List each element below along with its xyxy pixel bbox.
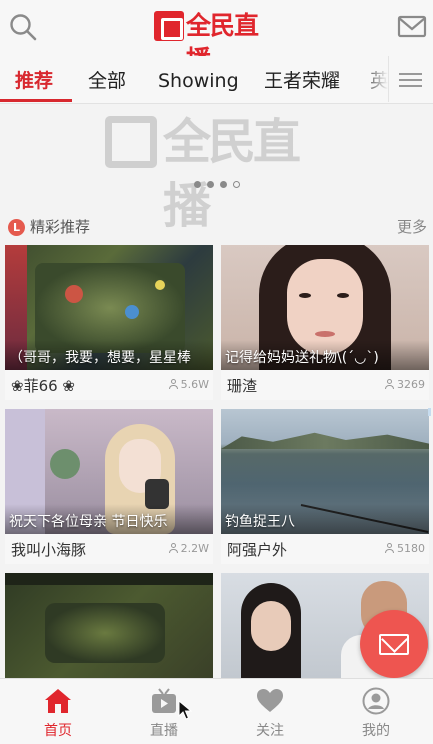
stream-info: 珊渣 3269 xyxy=(221,370,429,400)
viewer-count: 3269 xyxy=(385,378,425,391)
banner-mark-icon xyxy=(105,116,157,168)
viewer-count-text: 2.2W xyxy=(180,542,209,555)
app-screen: 全民直播 推荐 全部 Showing 王者荣耀 英 全民直播 xyxy=(0,0,433,744)
stream-card[interactable]: 记得给妈妈送礼物\(´◡`) 珊渣 3269 xyxy=(221,245,429,400)
active-tab-indicator xyxy=(0,99,72,102)
thumb-art xyxy=(125,305,139,319)
stream-caption: 祝天下各位母亲 节日快乐 xyxy=(9,514,168,530)
carousel-dot[interactable] xyxy=(194,181,201,188)
stream-info: ❀菲66 ❀ 5.6W xyxy=(5,370,213,400)
banner-logo: 全民直播 xyxy=(105,110,330,234)
tab-menu-button[interactable] xyxy=(388,56,433,102)
menu-line xyxy=(399,79,422,81)
viewer-count: 2.2W xyxy=(168,542,209,555)
tab-all[interactable]: 全部 xyxy=(88,56,126,104)
person-icon xyxy=(168,543,178,553)
stream-info: 我叫小海豚 2.2W xyxy=(5,534,213,564)
nav-live[interactable]: 直播 xyxy=(110,679,218,744)
nav-home[interactable]: 首页 xyxy=(4,679,112,744)
person-icon xyxy=(168,379,178,389)
viewer-count-text: 5.6W xyxy=(180,378,209,391)
thumb-art xyxy=(299,293,311,298)
thumb-art xyxy=(221,432,429,449)
stream-card[interactable]: （哥哥，我要，想要，星星棒 ❀菲66 ❀ 5.6W xyxy=(5,245,213,400)
thumb-art xyxy=(65,285,83,303)
heart-icon xyxy=(257,689,283,712)
carousel-dot-current[interactable] xyxy=(233,181,240,188)
mail-icon[interactable] xyxy=(397,14,427,40)
thumb-art xyxy=(251,601,291,651)
stream-caption: 钓鱼捉王八 xyxy=(225,514,295,530)
app-logo: 全民直播 xyxy=(154,9,278,74)
logo-text: 全民直播 xyxy=(186,11,259,74)
streamer-name: ❀菲66 ❀ xyxy=(11,377,75,395)
thumb-art xyxy=(337,293,349,298)
person-icon xyxy=(385,543,394,553)
stream-thumbnail: 祝天下各位母亲 节日快乐 xyxy=(5,409,213,534)
thumb-art xyxy=(45,603,165,663)
stream-card[interactable] xyxy=(5,573,213,678)
tab-wangzhe[interactable]: 王者荣耀 xyxy=(264,56,340,104)
viewer-count-text: 3269 xyxy=(397,378,425,391)
stream-thumbnail: 记得给妈妈送礼物\(´◡`) xyxy=(221,245,429,370)
viewer-count-text: 5180 xyxy=(397,542,425,555)
bottom-nav: 首页 直播 关注 我的 xyxy=(0,678,433,744)
stream-caption: 记得给妈妈送礼物\(´◡`) xyxy=(225,350,379,366)
thumb-art xyxy=(155,280,165,290)
more-link[interactable]: 更多 xyxy=(397,216,427,237)
section-title: 精彩推荐 xyxy=(30,218,91,236)
streamer-name: 我叫小海豚 xyxy=(11,541,87,559)
thumb-art xyxy=(5,573,213,585)
tab-fade xyxy=(360,56,388,102)
logo-mark-icon xyxy=(154,11,184,41)
stream-thumbnail xyxy=(5,573,213,678)
carousel-dot[interactable] xyxy=(207,181,214,188)
thumb-art xyxy=(315,331,335,337)
section-badge-icon: L xyxy=(8,219,25,236)
mouse-cursor-icon xyxy=(178,700,192,720)
profile-icon xyxy=(362,687,390,715)
home-icon xyxy=(45,689,71,713)
tab-recommend[interactable]: 推荐 xyxy=(15,56,53,104)
tab-showing[interactable]: Showing xyxy=(158,56,239,104)
menu-line xyxy=(399,73,422,75)
streamer-name: 珊渣 xyxy=(227,377,258,395)
envelope-icon xyxy=(379,634,409,655)
search-icon[interactable] xyxy=(8,12,38,42)
nav-label: 直播 xyxy=(150,723,178,739)
viewer-count: 5180 xyxy=(385,542,425,555)
stream-info: 阿强户外 5180 xyxy=(221,534,429,564)
scrollbar[interactable] xyxy=(428,408,431,416)
viewer-count: 5.6W xyxy=(168,378,209,391)
thumb-art xyxy=(50,449,80,479)
stream-caption: （哥哥，我要，想要，星星棒 xyxy=(9,350,191,366)
floating-message-button[interactable] xyxy=(360,610,428,678)
stream-card[interactable]: 钓鱼捉王八 阿强户外 5180 xyxy=(221,409,429,564)
stream-thumbnail: （哥哥，我要，想要，星星棒 xyxy=(5,245,213,370)
section-header: L 精彩推荐 更多 xyxy=(0,212,433,242)
nav-mine[interactable]: 我的 xyxy=(322,679,430,744)
top-bar: 全民直播 xyxy=(0,0,433,74)
stream-card[interactable]: 祝天下各位母亲 节日快乐 我叫小海豚 2.2W xyxy=(5,409,213,564)
menu-line xyxy=(399,85,422,87)
streamer-name: 阿强户外 xyxy=(227,541,288,559)
nav-label: 关注 xyxy=(256,723,284,739)
nav-follow[interactable]: 关注 xyxy=(216,679,324,744)
stream-thumbnail: 钓鱼捉王八 xyxy=(221,409,429,534)
banner-carousel[interactable]: 全民直播 xyxy=(0,104,433,234)
tv-icon xyxy=(152,688,176,713)
person-icon xyxy=(385,379,394,389)
nav-label: 首页 xyxy=(44,723,72,739)
nav-label: 我的 xyxy=(362,723,390,739)
carousel-dot[interactable] xyxy=(220,181,227,188)
